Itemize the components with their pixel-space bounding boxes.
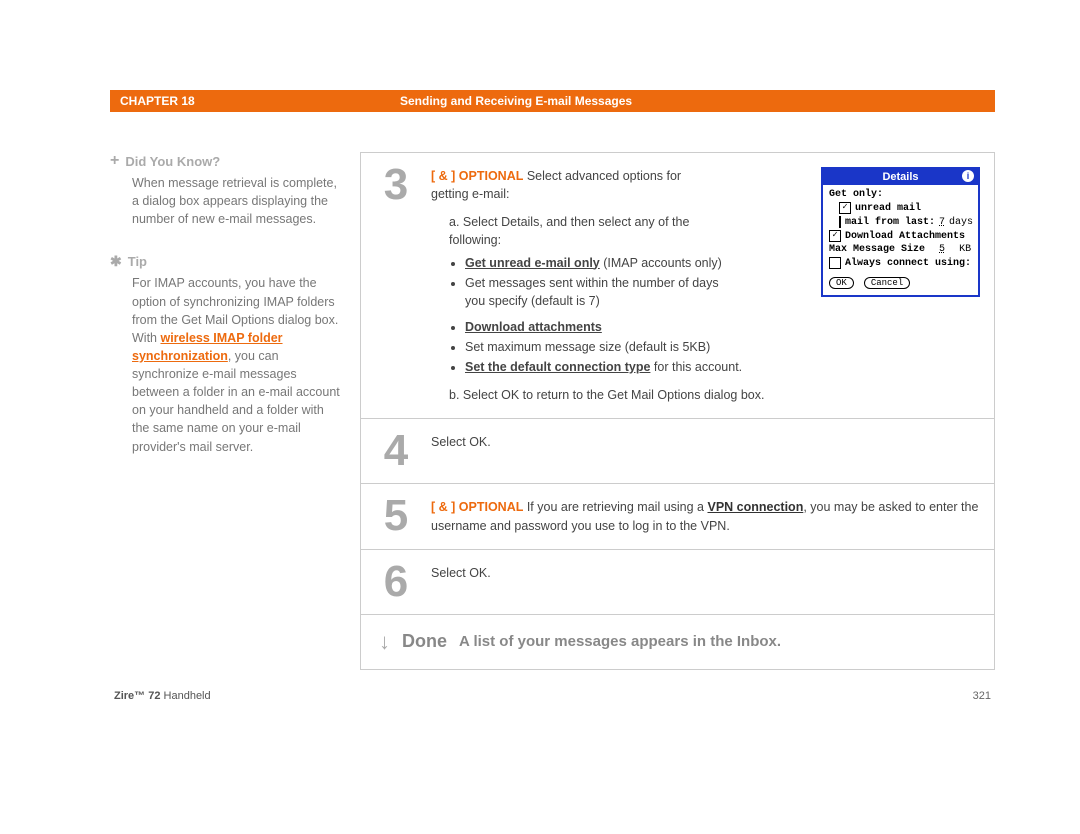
done-text: A list of your messages appears in the I… (459, 633, 781, 650)
chapter-label: CHAPTER 18 (120, 94, 400, 108)
getonly-label: Get only: (829, 189, 972, 200)
unread-checkbox[interactable]: ✓ (839, 202, 851, 214)
always-label: Always connect using: (845, 258, 971, 269)
did-you-know-head: + Did You Know? (110, 152, 340, 170)
dl-checkbox[interactable]: ✓ (829, 230, 841, 242)
details-body: Get only: ✓ unread mail mail from last: … (823, 185, 978, 295)
bullet-conn: Set the default connection type for this… (465, 358, 980, 376)
optional-tag: [ & ] OPTIONAL (431, 169, 523, 183)
mailfrom-days[interactable]: 7 (939, 217, 945, 228)
maxsize-label: Max Message Size (829, 244, 925, 255)
did-you-know-block: + Did You Know? When message retrieval i… (110, 152, 340, 228)
unread-label: unread mail (855, 203, 921, 214)
tip-block: ✱ Tip For IMAP accounts, you have the op… (110, 253, 340, 455)
bullet-maxsize: Set maximum message size (default is 5KB… (465, 338, 980, 356)
mailfrom-label: mail from last: (845, 217, 935, 228)
optional-tag-5: [ & ] OPTIONAL (431, 500, 523, 514)
main-steps: Details i Get only: ✓ unread mail mail f… (360, 152, 995, 670)
maxsize-row: Max Message Size 5 KB (829, 244, 972, 255)
dl-row: ✓ Download Attachments (829, 230, 972, 242)
bullet-unread: Get unread e-mail only (IMAP accounts on… (465, 254, 725, 272)
page-footer: Zire™ 72 Handheld 321 (110, 690, 995, 702)
dialog-buttons: OK Cancel (829, 277, 972, 289)
step-4-body: Select OK. (431, 419, 994, 483)
down-arrow-icon: ↓ (379, 629, 390, 655)
step-5: 5 [ & ] OPTIONAL If you are retrieving m… (361, 483, 994, 548)
plus-icon: + (110, 152, 119, 170)
tip-head: ✱ Tip (110, 253, 340, 270)
step-5-t1: If you are retrieving mail using a (523, 500, 707, 514)
mailfrom-suffix: days (949, 217, 973, 228)
ok-button[interactable]: OK (829, 277, 854, 289)
download-attach-link[interactable]: Download attachments (465, 320, 602, 334)
vpn-link[interactable]: VPN connection (707, 500, 803, 514)
maxsize-val[interactable]: 5 (939, 244, 945, 255)
step-4-number: 4 (361, 419, 431, 483)
info-icon[interactable]: i (962, 170, 974, 182)
always-row: Always connect using: (829, 257, 972, 269)
unread-row: ✓ unread mail (829, 202, 972, 214)
details-title-bar: Details i (823, 169, 978, 185)
page-number: 321 (973, 690, 991, 702)
maxsize-suffix: KB (959, 244, 971, 255)
get-unread-link[interactable]: Get unread e-mail only (465, 256, 600, 270)
did-you-know-text: When message retrieval is complete, a di… (110, 174, 340, 228)
tip-title: Tip (128, 254, 147, 269)
default-conn-link[interactable]: Set the default connection type (465, 360, 650, 374)
sidebar: + Did You Know? When message retrieval i… (110, 152, 360, 670)
details-title-text: Details (882, 171, 918, 183)
document-page: CHAPTER 18 Sending and Receiving E-mail … (110, 90, 995, 702)
chapter-header: CHAPTER 18 Sending and Receiving E-mail … (110, 90, 995, 112)
mailfrom-checkbox[interactable] (839, 216, 841, 228)
step-3-b: b. Select OK to return to the Get Mail O… (431, 386, 980, 404)
tip-text: For IMAP accounts, you have the option o… (110, 274, 340, 455)
step-5-number: 5 (361, 484, 431, 548)
content-area: + Did You Know? When message retrieval i… (110, 152, 995, 670)
dl-label: Download Attachments (845, 231, 965, 242)
product-name: Zire™ 72 Handheld (114, 690, 211, 702)
bullet-days: Get messages sent within the number of d… (465, 274, 725, 310)
did-you-know-title: Did You Know? (125, 154, 220, 169)
step-6: 6 Select OK. (361, 549, 994, 614)
bullet-download: Download attachments (465, 318, 980, 336)
asterisk-icon: ✱ (110, 253, 122, 270)
done-label: Done (402, 631, 447, 652)
done-row: ↓ Done A list of your messages appears i… (361, 614, 994, 669)
cancel-button[interactable]: Cancel (864, 277, 910, 289)
details-dialog: Details i Get only: ✓ unread mail mail f… (821, 167, 980, 297)
step-5-body: [ & ] OPTIONAL If you are retrieving mai… (431, 484, 994, 548)
step-3-number: 3 (361, 153, 431, 418)
step-3-a: a. Select Details, and then select any o… (431, 213, 729, 249)
step-4: 4 Select OK. (361, 418, 994, 483)
step-6-number: 6 (361, 550, 431, 614)
always-checkbox[interactable] (829, 257, 841, 269)
tip-post: , you can synchronize e-mail messages be… (132, 349, 340, 454)
step-6-body: Select OK. (431, 550, 994, 614)
mailfrom-row: mail from last: 7 days (829, 216, 972, 228)
chapter-title: Sending and Receiving E-mail Messages (400, 94, 632, 108)
